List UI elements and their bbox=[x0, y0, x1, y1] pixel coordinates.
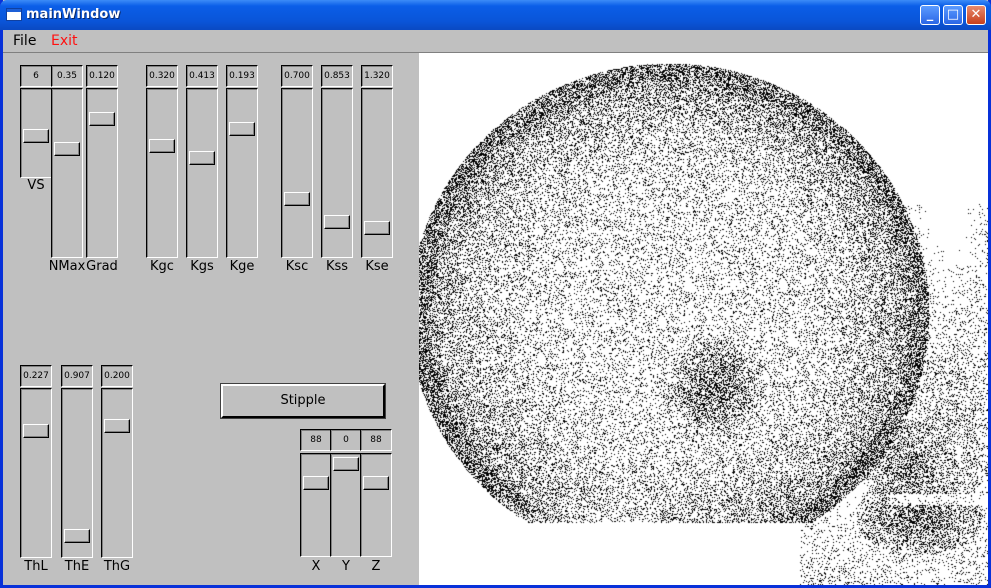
slider-value-thl: 0.227 bbox=[20, 365, 52, 387]
slider-track-the[interactable] bbox=[61, 388, 93, 558]
slider-value-the: 0.907 bbox=[61, 365, 93, 387]
slider-track-vs[interactable] bbox=[20, 88, 52, 178]
slider-value-z: 88 bbox=[360, 429, 392, 451]
slider-label-kge: Kge bbox=[229, 259, 255, 274]
slider-thumb-y[interactable] bbox=[333, 457, 359, 471]
slider-track-z[interactable] bbox=[360, 453, 392, 557]
maximize-button[interactable]: □ bbox=[943, 5, 963, 25]
window-icon bbox=[6, 8, 22, 21]
slider-track-thg[interactable] bbox=[101, 388, 133, 558]
slider-track-thl[interactable] bbox=[20, 388, 52, 558]
slider-label-nmax: NMax bbox=[48, 259, 86, 274]
slider-thumb-kge[interactable] bbox=[229, 122, 255, 136]
slider-thumb-the[interactable] bbox=[64, 529, 90, 543]
menu-exit[interactable]: Exit bbox=[51, 33, 78, 49]
title-bar[interactable]: mainWindow _ □ ✕ bbox=[0, 0, 991, 30]
slider-label-thl: ThL bbox=[24, 559, 48, 574]
slider-track-x[interactable] bbox=[300, 453, 332, 557]
slider-thumb-thg[interactable] bbox=[104, 419, 130, 433]
slider-track-grad[interactable] bbox=[86, 88, 118, 258]
slider-thumb-ksc[interactable] bbox=[284, 192, 310, 206]
slider-value-ksc: 0.700 bbox=[281, 65, 313, 87]
slider-thumb-x[interactable] bbox=[303, 476, 329, 490]
slider-label-kgc: Kgc bbox=[150, 259, 174, 274]
slider-thumb-vs[interactable] bbox=[23, 129, 49, 143]
slider-track-kgs[interactable] bbox=[186, 88, 218, 258]
slider-track-kss[interactable] bbox=[321, 88, 353, 258]
slider-track-ksc[interactable] bbox=[281, 88, 313, 258]
slider-value-kse: 1.320 bbox=[361, 65, 393, 87]
main-window: mainWindow _ □ ✕ File Exit Stipple 6 VS 0.… bbox=[0, 0, 991, 588]
slider-thumb-kss[interactable] bbox=[324, 215, 350, 229]
slider-label-kss: Kss bbox=[325, 259, 349, 274]
menu-file[interactable]: File bbox=[13, 33, 36, 49]
window-title: mainWindow bbox=[26, 7, 121, 22]
slider-track-nmax[interactable] bbox=[51, 88, 83, 258]
stippled-skull-image bbox=[419, 53, 988, 585]
slider-track-y[interactable] bbox=[330, 453, 362, 557]
slider-thumb-thl[interactable] bbox=[23, 424, 49, 438]
slider-label-thg: ThG bbox=[103, 559, 131, 574]
slider-label-ksc: Ksc bbox=[285, 259, 309, 274]
slider-thumb-nmax[interactable] bbox=[54, 142, 80, 156]
slider-label-vs: VS bbox=[27, 178, 45, 193]
slider-thumb-kgs[interactable] bbox=[189, 151, 215, 165]
slider-thumb-kgc[interactable] bbox=[149, 139, 175, 153]
slider-label-grad: Grad bbox=[86, 259, 118, 274]
menu-bar: File Exit bbox=[3, 30, 988, 53]
slider-value-kge: 0.193 bbox=[226, 65, 258, 87]
slider-label-kse: Kse bbox=[365, 259, 389, 274]
slider-thumb-z[interactable] bbox=[363, 476, 389, 490]
slider-value-nmax: 0.35 bbox=[51, 65, 83, 87]
slider-track-kgc[interactable] bbox=[146, 88, 178, 258]
slider-track-kse[interactable] bbox=[361, 88, 393, 258]
slider-label-the: ThE bbox=[64, 559, 90, 574]
stipple-image-view bbox=[419, 53, 988, 585]
slider-label-kgs: Kgs bbox=[190, 259, 214, 274]
slider-label-z: Z bbox=[371, 559, 381, 574]
slider-value-kgc: 0.320 bbox=[146, 65, 178, 87]
slider-value-y: 0 bbox=[330, 429, 362, 451]
slider-value-kgs: 0.413 bbox=[186, 65, 218, 87]
slider-value-thg: 0.200 bbox=[101, 365, 133, 387]
slider-thumb-kse[interactable] bbox=[364, 221, 390, 235]
slider-value-kss: 0.853 bbox=[321, 65, 353, 87]
slider-thumb-grad[interactable] bbox=[89, 112, 115, 126]
close-button[interactable]: ✕ bbox=[966, 5, 986, 25]
control-panel: Stipple 6 VS 0.35 NMax 0.120 Grad 0.320 Kgc 0.41… bbox=[3, 53, 419, 585]
minimize-button[interactable]: _ bbox=[920, 5, 940, 25]
slider-value-x: 88 bbox=[300, 429, 332, 451]
slider-value-grad: 0.120 bbox=[86, 65, 118, 87]
slider-value-vs: 6 bbox=[20, 65, 52, 87]
stipple-button[interactable]: Stipple bbox=[220, 383, 386, 419]
slider-track-kge[interactable] bbox=[226, 88, 258, 258]
